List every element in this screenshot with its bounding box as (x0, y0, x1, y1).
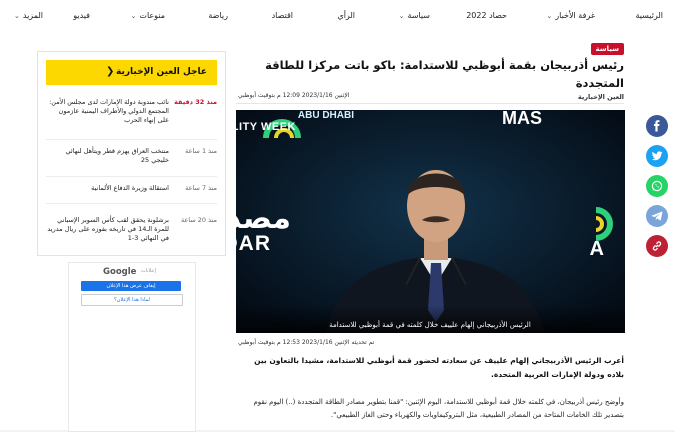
stop-ad-button[interactable]: إيقاف عرض هذا الإعلان (81, 281, 181, 291)
news-headline: استقالة وزيرة الدفاع الألمانية (91, 184, 169, 192)
news-divider (46, 203, 217, 204)
article-source[interactable]: العين الإخبارية (578, 93, 624, 101)
news-item[interactable]: منذ 7 ساعة استقالة وزيرة الدفاع الألماني… (46, 184, 217, 196)
article-title: رئيس أذربيجان بقمة أبوظبي للاستدامة: باك… (265, 58, 624, 90)
nav-item-sports[interactable]: رياضة (208, 11, 228, 20)
news-divider (46, 139, 217, 140)
nav-label: الرأي (337, 11, 355, 20)
news-headline: نائب مندوبة دولة الإمارات لدى مجلس الأمن… (49, 98, 169, 124)
nav-item-opinion[interactable]: الرأي (337, 11, 355, 20)
news-time: منذ 20 ساعة (180, 216, 217, 224)
copy-link-button[interactable] (646, 235, 668, 257)
article-body: وأوضح رئيس أذربيجان، في كلمته خلال قمة أ… (253, 398, 624, 419)
ad-brand: Google (103, 267, 137, 277)
article-lead: أعرب الرئيس الأذربيجاني إلهام علييف عن س… (254, 356, 624, 379)
chevron-down-icon: ⌄ (546, 12, 553, 20)
ad-container: Google إعلانات إيقاف عرض هذا الإعلان لما… (68, 262, 196, 432)
nav-label: سياسة (407, 11, 430, 20)
telegram-share-button[interactable] (646, 205, 668, 227)
breaking-news-title: عاجل العين الإخبارية (116, 67, 207, 77)
nav-item-home[interactable]: الرئيسية (635, 11, 663, 20)
photo-caption: الرئيس الأذربيجاني إلهام علييف خلال كلمت… (329, 320, 531, 329)
news-headline: برشلونة يحقق لقب كأس السوبر الإسباني للم… (47, 216, 169, 242)
news-item[interactable]: منذ 32 دقيقة نائب مندوبة دولة الإمارات ل… (46, 98, 217, 138)
nav-item-more[interactable]: المزيد⌄ (14, 11, 43, 20)
section-badge[interactable]: سياسة (590, 43, 624, 55)
nav-item-harvest-2022[interactable]: حصاد 2022 (466, 11, 507, 20)
news-item[interactable]: منذ 1 ساعة منتخب العراق يهزم قطر ويتأهل … (46, 147, 218, 169)
facebook-share-button[interactable] (646, 115, 668, 137)
news-time: منذ 1 ساعة (185, 147, 217, 155)
breaking-news-sidebar: عاجل العين الإخبارية ❮ منذ 32 دقيقة نائب… (37, 51, 226, 256)
photo-text-mas: MAS (502, 110, 542, 128)
nav-item-newsroom[interactable]: غرفة الأخبار⌄ (546, 11, 595, 20)
whatsapp-icon (651, 180, 663, 192)
photo-text-a: A (590, 238, 604, 260)
breaking-news-header[interactable]: عاجل العين الإخبارية ❮ (46, 60, 217, 85)
facebook-icon (654, 120, 660, 132)
chevron-down-icon: ⌄ (14, 12, 20, 20)
whatsapp-share-button[interactable] (646, 175, 668, 197)
article-photo[interactable]: ABU DHABI SUSTAINABILITY WEEK MAS مصدر M… (236, 110, 625, 333)
divider (236, 103, 624, 104)
chevron-left-icon: ❮ (106, 66, 115, 77)
nav-label: فيديو (73, 11, 90, 20)
chevron-down-icon: ⌄ (398, 12, 405, 20)
telegram-icon (651, 211, 663, 221)
nav-label: حصاد 2022 (466, 11, 507, 20)
nav-label: رياضة (208, 11, 228, 20)
photo-illustration: ABU DHABI SUSTAINABILITY WEEK MAS مصدر M… (236, 110, 625, 333)
nav-label: اقتصاد (271, 11, 293, 20)
photo-text-sustainability-week: SUSTAINABILITY WEEK (236, 121, 296, 133)
nav-item-politics[interactable]: سياسة⌄ (399, 11, 430, 20)
twitter-icon (651, 151, 663, 161)
nav-label: المزيد (22, 11, 43, 20)
ad-label: إعلانات (141, 268, 156, 274)
nav-label: غرفة الأخبار (555, 11, 595, 20)
nav-item-economy[interactable]: اقتصاد (272, 11, 293, 20)
link-icon (652, 241, 662, 251)
news-time: منذ 7 ساعة (185, 184, 217, 192)
photo-text-abu-dhabi: ABU DHABI (298, 110, 354, 121)
nav-label: منوعات (139, 11, 165, 20)
news-headline: منتخب العراق يهزم قطر ويتأهل لنهائي خليج… (65, 147, 170, 164)
news-time: منذ 32 دقيقة (174, 98, 217, 106)
news-item[interactable]: منذ 20 ساعة برشلونة يحقق لقب كأس السوبر … (46, 216, 217, 252)
published-date: الإثنين 2023/1/16 12:09 م بتوقيت أبوظبي (238, 92, 350, 99)
why-this-ad-button[interactable]: لماذا هذا الإعلان؟ (81, 294, 183, 306)
twitter-share-button[interactable] (646, 145, 668, 167)
photo-text-masdar-arabic: مصدر (236, 201, 291, 236)
top-navigation: الرئيسية غرفة الأخبار⌄ حصاد 2022 سياسة⌄ … (0, 0, 675, 35)
nav-item-video[interactable]: فيديو (73, 11, 90, 20)
nav-label: الرئيسية (635, 11, 663, 20)
chevron-down-icon: ⌄ (130, 12, 137, 20)
photo-text-masdar: MASDAR (236, 232, 271, 255)
updated-date: تم تحديثه الإثنين 2023/1/16 12:53 م بتوق… (238, 339, 375, 346)
nav-item-miscellaneous[interactable]: منوعات⌄ (131, 11, 165, 20)
news-divider (46, 176, 217, 177)
